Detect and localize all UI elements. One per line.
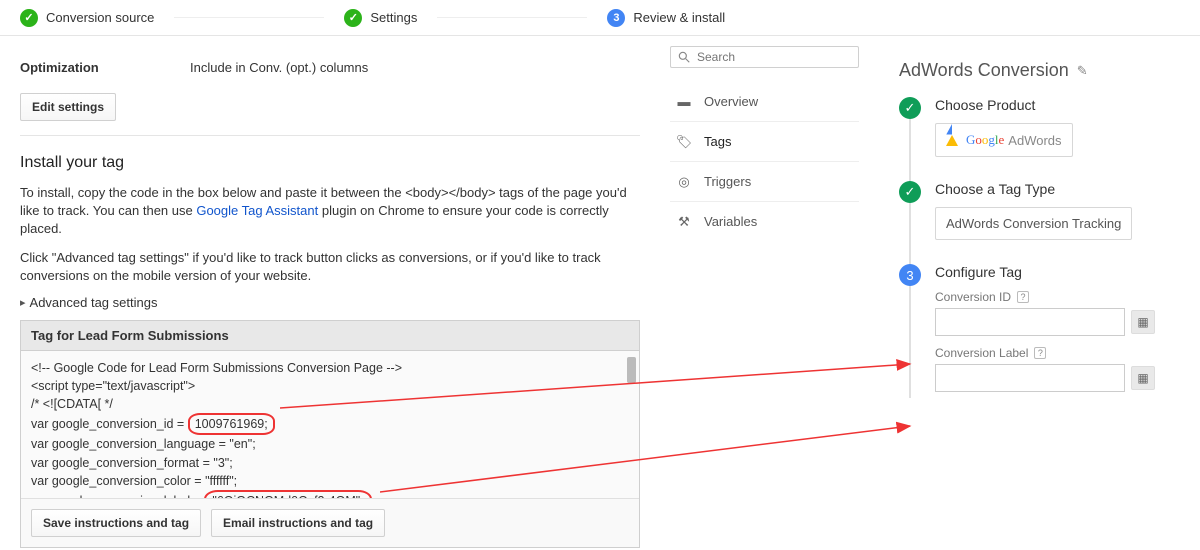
search-box[interactable] xyxy=(670,46,859,68)
step-settings[interactable]: ✓ Settings xyxy=(344,9,417,27)
nav-label: Variables xyxy=(704,214,757,229)
step-separator xyxy=(437,17,587,18)
nav-label: Tags xyxy=(704,134,731,149)
tag-panel-header: Tag for Lead Form Submissions xyxy=(21,321,639,351)
help-icon[interactable]: ? xyxy=(1034,347,1046,359)
step-label: Review & install xyxy=(633,10,725,25)
conversion-id-input[interactable] xyxy=(935,308,1125,336)
advanced-tag-settings-toggle[interactable]: Advanced tag settings xyxy=(20,295,640,310)
nav-overview[interactable]: ▬ Overview xyxy=(670,82,859,121)
adwords-logo-icon xyxy=(946,135,958,146)
conversion-id-highlight: 1009761969; xyxy=(188,413,275,435)
check-icon: ✓ xyxy=(20,9,38,27)
left-panel: Optimization Include in Conv. (opt.) col… xyxy=(0,46,660,548)
step-separator xyxy=(174,17,324,18)
step-label: Settings xyxy=(370,10,417,25)
install-paragraph-2: Click "Advanced tag settings" if you'd l… xyxy=(20,249,640,285)
variable-picker-button[interactable]: ▦ xyxy=(1131,366,1155,390)
configure-tag-title: Configure Tag xyxy=(935,264,1190,280)
trigger-icon: ◎ xyxy=(676,176,692,188)
conversion-id-label: Conversion ID? xyxy=(935,290,1190,304)
mid-nav: ▬ Overview 🏷 Tags ◎ Triggers ⚒ Variables xyxy=(660,46,869,548)
code-line: var google_conversion_format = "3"; xyxy=(31,454,629,472)
nav-tags[interactable]: 🏷 Tags xyxy=(670,122,859,161)
code-line: <!-- Google Code for Lead Form Submissio… xyxy=(31,359,629,377)
nav-variables[interactable]: ⚒ Variables xyxy=(670,202,859,241)
conversion-label-label: Conversion Label? xyxy=(935,346,1190,360)
code-line: var google_conversion_label = "6QiGCNGM-… xyxy=(31,490,629,499)
step-label: Conversion source xyxy=(46,10,154,25)
email-instructions-button[interactable]: Email instructions and tag xyxy=(211,509,385,537)
step-review-install[interactable]: 3 Review & install xyxy=(607,9,725,27)
edit-settings-button[interactable]: Edit settings xyxy=(20,93,116,121)
code-line: var google_conversion_id = 1009761969; xyxy=(31,413,629,435)
help-icon[interactable]: ? xyxy=(1017,291,1029,303)
code-line: <script type="text/javascript"> xyxy=(31,377,629,395)
conversion-label-highlight: "6QiGCNGM-l0Qsf2-4QM"; xyxy=(204,490,371,499)
tag-type-card[interactable]: AdWords Conversion Tracking xyxy=(935,207,1132,240)
variable-icon: ⚒ xyxy=(676,216,692,228)
tag-icon: 🏷 xyxy=(676,136,692,148)
product-card-adwords[interactable]: Google AdWords xyxy=(935,123,1073,157)
code-box[interactable]: <!-- Google Code for Lead Form Submissio… xyxy=(21,351,639,499)
divider xyxy=(20,135,640,136)
save-instructions-button[interactable]: Save instructions and tag xyxy=(31,509,201,537)
stepper: ✓ Conversion source ✓ Settings 3 Review … xyxy=(0,0,1200,36)
nav-label: Triggers xyxy=(704,174,751,189)
search-input[interactable] xyxy=(697,50,852,64)
code-line: /* <![CDATA[ */ xyxy=(31,395,629,413)
nav-triggers[interactable]: ◎ Triggers xyxy=(670,162,859,201)
tag-panel: Tag for Lead Form Submissions <!-- Googl… xyxy=(20,320,640,548)
code-line: var google_conversion_language = "en"; xyxy=(31,435,629,453)
nav-label: Overview xyxy=(704,94,758,109)
right-panel: AdWords Conversion ✎ ✓ Choose Product Go… xyxy=(869,46,1200,548)
step-number-icon: 3 xyxy=(607,9,625,27)
optimization-label: Optimization xyxy=(20,60,190,75)
check-icon: ✓ xyxy=(899,181,921,203)
optimization-value: Include in Conv. (opt.) columns xyxy=(190,60,368,75)
edit-icon[interactable]: ✎ xyxy=(1077,63,1088,79)
choose-tag-type-title: Choose a Tag Type xyxy=(935,181,1190,197)
search-icon xyxy=(677,50,691,64)
install-paragraph-1: To install, copy the code in the box bel… xyxy=(20,184,640,239)
right-title: AdWords Conversion ✎ xyxy=(899,60,1190,81)
conversion-label-input[interactable] xyxy=(935,364,1125,392)
choose-product-title: Choose Product xyxy=(935,97,1190,113)
tag-assistant-link[interactable]: Google Tag Assistant xyxy=(196,203,318,218)
install-heading: Install your tag xyxy=(20,154,640,172)
step-number-icon: 3 xyxy=(899,264,921,286)
overview-icon: ▬ xyxy=(676,96,692,108)
scrollbar-thumb[interactable] xyxy=(627,357,636,383)
code-line: var google_conversion_color = "ffffff"; xyxy=(31,472,629,490)
variable-picker-button[interactable]: ▦ xyxy=(1131,310,1155,334)
check-icon: ✓ xyxy=(344,9,362,27)
step-conversion-source[interactable]: ✓ Conversion source xyxy=(20,9,154,27)
check-icon: ✓ xyxy=(899,97,921,119)
